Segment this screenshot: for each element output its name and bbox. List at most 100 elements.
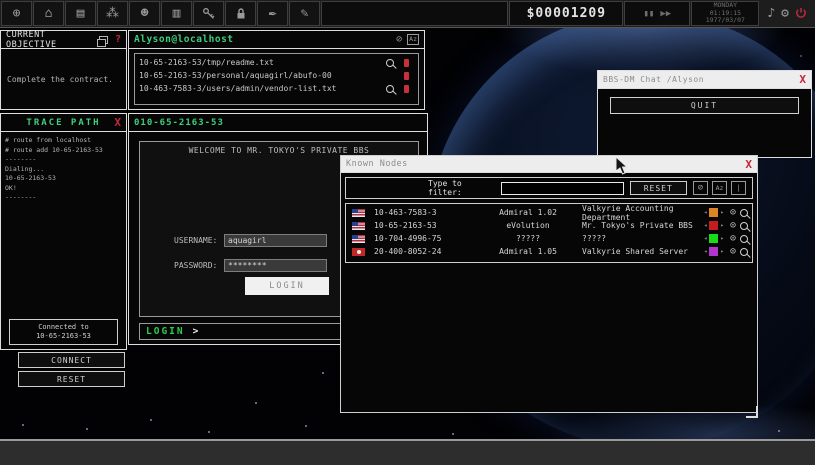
- pause-button[interactable]: ▮▮: [644, 9, 655, 19]
- key-icon[interactable]: [193, 1, 224, 26]
- file-row[interactable]: 10-463-7583-3/users/admin/vendor-list.tx…: [139, 82, 414, 95]
- password-field[interactable]: [224, 259, 327, 272]
- eye-icon[interactable]: ⊙: [730, 220, 736, 231]
- color-next-icon[interactable]: ▸: [720, 209, 724, 216]
- filter-reset-button[interactable]: RESET: [629, 181, 688, 195]
- node-row[interactable]: 10-65-2163-53 eVolution Mr. Tokyo's Priv…: [350, 219, 748, 232]
- us-flag-icon: [352, 208, 365, 217]
- view-file-icon[interactable]: [382, 58, 398, 67]
- fast-forward-button[interactable]: ▶▶: [660, 9, 671, 19]
- node-color-swatch[interactable]: [709, 208, 719, 217]
- close-icon[interactable]: X: [745, 159, 752, 170]
- filter-input[interactable]: [500, 181, 624, 195]
- file-row[interactable]: 10-65-2163-53/personal/aquagirl/abufo-00: [139, 69, 414, 82]
- chat-titlebar[interactable]: BBS-DM Chat /Alyson X: [598, 71, 811, 89]
- delete-file-icon[interactable]: [398, 71, 414, 80]
- color-next-icon[interactable]: ▸: [720, 235, 724, 242]
- quit-button[interactable]: QUIT: [610, 97, 799, 114]
- az-glyph: Az: [715, 184, 724, 192]
- file-manager-header: Alyson@localhost ⊘ Az: [129, 31, 424, 49]
- close-icon[interactable]: X: [799, 74, 806, 85]
- search-icon[interactable]: [740, 234, 748, 243]
- node-row[interactable]: 10-704-4996-75 ????? ????? ◂ ▸ ⊙: [350, 232, 748, 245]
- notes-icon[interactable]: ✎: [289, 1, 320, 26]
- mouse-cursor: [615, 156, 628, 175]
- node-color-swatch[interactable]: [709, 234, 719, 243]
- sort-az-icon[interactable]: Az: [407, 34, 419, 45]
- password-label: PASSWORD:: [174, 261, 218, 270]
- globe-glyph: ⊕: [12, 6, 21, 21]
- star: [800, 55, 802, 57]
- lock-icon[interactable]: [225, 1, 256, 26]
- color-prev-icon[interactable]: ◂: [704, 235, 708, 242]
- status-line2: 10-65-2163-53: [36, 332, 91, 340]
- username-field[interactable]: [224, 234, 327, 247]
- key-glyph: [203, 8, 215, 19]
- close-icon[interactable]: X: [114, 117, 121, 128]
- node-row[interactable]: 10-463-7583-3 Admiral 1.02 Valkyrie Acco…: [350, 203, 748, 222]
- node-description: Valkyrie Accounting Department: [582, 203, 674, 222]
- filter-bar: Type to filter: RESET ⊘ Az |: [345, 177, 753, 199]
- star: [255, 402, 257, 404]
- color-next-icon[interactable]: ▸: [720, 248, 724, 255]
- node-address: 10-65-2163-53: [374, 221, 437, 230]
- power-icon[interactable]: [795, 4, 807, 23]
- view-file-icon[interactable]: [382, 84, 398, 93]
- objective-title: CURRENT OBJECTIVE: [6, 29, 57, 50]
- home-glyph: ⌂: [44, 6, 53, 21]
- bbs-command-option[interactable]: LOGIN: [146, 326, 185, 337]
- lock-glyph: [237, 8, 244, 19]
- reset-button[interactable]: RESET: [18, 371, 125, 387]
- settings-gear-icon[interactable]: ⚙: [781, 7, 789, 20]
- username-row: USERNAME:: [174, 234, 327, 247]
- star: [86, 428, 88, 430]
- eye-icon[interactable]: ⊙: [730, 233, 736, 244]
- node-color-swatch[interactable]: [709, 221, 719, 230]
- file-list: 10-65-2163-53/tmp/readme.txt 10-65-2163-…: [134, 53, 419, 105]
- node-description: Valkyrie Shared Server: [582, 247, 688, 256]
- delete-file-icon[interactable]: [398, 58, 414, 67]
- home-icon[interactable]: ⌂: [33, 1, 64, 26]
- connect-button[interactable]: CONNECT: [18, 352, 125, 368]
- restore-window-icon[interactable]: [97, 35, 108, 47]
- search-icon[interactable]: [740, 208, 748, 217]
- delete-icon: [403, 71, 409, 80]
- node-address: 10-704-4996-75: [374, 234, 442, 243]
- search-icon[interactable]: [740, 221, 748, 230]
- color-prev-icon[interactable]: ◂: [704, 209, 708, 216]
- node-software: ?????: [515, 234, 541, 243]
- book-quill-icon[interactable]: ✒: [257, 1, 288, 26]
- spy-icon[interactable]: ☻: [129, 1, 160, 26]
- bottom-bar: [0, 439, 815, 465]
- color-next-icon[interactable]: ▸: [720, 222, 724, 229]
- eye-icon[interactable]: ⊙: [730, 246, 736, 257]
- known-nodes-titlebar[interactable]: Known Nodes X: [341, 156, 757, 173]
- current-objective-panel: CURRENT OBJECTIVE ? Complete the contrac…: [0, 30, 127, 110]
- music-icon[interactable]: ♪: [767, 7, 775, 20]
- news-icon[interactable]: ▤: [65, 1, 96, 26]
- network-icon[interactable]: ⁂: [97, 1, 128, 26]
- node-color-swatch[interactable]: [709, 247, 719, 256]
- color-prev-icon[interactable]: ◂: [704, 248, 708, 255]
- node-row[interactable]: 20-400-8052-24 Admiral 1.05 Valkyrie Sha…: [350, 245, 748, 258]
- delete-icon: [403, 58, 409, 67]
- sort-clock-icon[interactable]: ⊘: [693, 181, 709, 195]
- star: [452, 433, 454, 435]
- trace-log: # route from localhost # route add 10-65…: [5, 136, 103, 201]
- color-prev-icon[interactable]: ◂: [704, 222, 708, 229]
- help-icon[interactable]: ?: [115, 34, 121, 45]
- star: [322, 372, 324, 374]
- delete-file-icon[interactable]: [398, 84, 414, 93]
- card-icon[interactable]: ▥: [161, 1, 192, 26]
- login-button[interactable]: LOGIN: [245, 277, 329, 295]
- node-description: ?????: [582, 234, 607, 243]
- globe-icon[interactable]: ⊕: [1, 1, 32, 26]
- sort-az-icon[interactable]: Az: [712, 181, 728, 195]
- sort-clock-icon[interactable]: ⊘: [396, 34, 402, 45]
- search-icon[interactable]: [740, 247, 748, 256]
- resize-handle[interactable]: [746, 406, 758, 418]
- file-row[interactable]: 10-65-2163-53/tmp/readme.txt: [139, 56, 414, 69]
- sort-bar-icon[interactable]: |: [731, 181, 747, 195]
- eye-icon[interactable]: ⊙: [730, 207, 736, 218]
- bbs-titlebar[interactable]: 010-65-2163-53: [129, 114, 427, 132]
